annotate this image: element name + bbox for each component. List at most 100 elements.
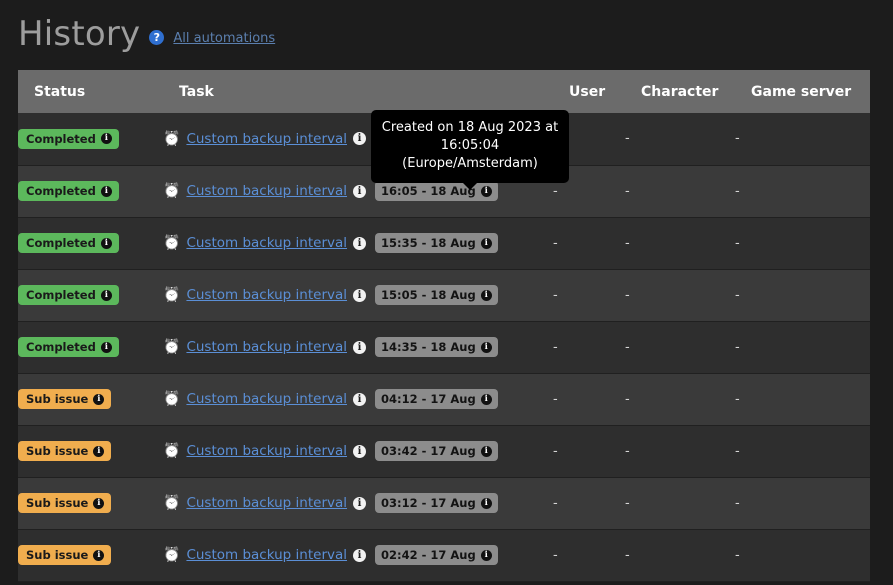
column-header-game-server[interactable]: Game server [735, 70, 870, 113]
table-row[interactable]: Completedi⏰Custom backup intervali15:05 … [18, 269, 870, 321]
task-link[interactable]: Custom backup interval [186, 235, 347, 251]
cell-status: Completedi [18, 269, 163, 321]
status-badge[interactable]: Completed i [18, 129, 119, 149]
info-icon[interactable]: i [101, 290, 112, 301]
time-info-icon[interactable]: i [481, 186, 492, 197]
info-icon[interactable]: i [101, 238, 112, 249]
help-icon[interactable]: ? [149, 30, 164, 45]
cell-status: Sub issue i [18, 529, 163, 581]
alarm-clock-icon: ⏰ [163, 236, 180, 250]
cell-character: - [625, 113, 735, 165]
time-badge-label: 03:12 - 17 Aug [381, 496, 476, 510]
alarm-clock-icon: ⏰ [163, 340, 180, 354]
time-badge[interactable]: 03:12 - 17 Aug i [375, 493, 498, 513]
time-info-icon[interactable]: i [481, 498, 492, 509]
column-header-character[interactable]: Character [625, 70, 735, 113]
task-info-icon[interactable]: i [353, 445, 366, 458]
status-badge[interactable]: Sub issue i [18, 545, 111, 565]
cell-character: - [625, 269, 735, 321]
task-link[interactable]: Custom backup interval [186, 183, 347, 199]
task-info-icon[interactable]: i [353, 393, 366, 406]
status-badge-label: Sub issue [26, 496, 88, 510]
status-badge[interactable]: Sub issue i [18, 441, 111, 461]
column-header-status[interactable]: Status [18, 70, 163, 113]
task-info-icon[interactable]: i [353, 341, 366, 354]
time-badge-label: 15:05 - 18 Aug [381, 288, 476, 302]
table-row[interactable]: Sub issuei⏰Custom backup intervali03:12 … [18, 477, 870, 529]
cell-user: - [553, 373, 625, 425]
created-on-tooltip: Created on 18 Aug 2023 at 16:05:04 (Euro… [371, 110, 569, 183]
cell-game-server: - [735, 113, 870, 165]
column-header-task[interactable]: Task [163, 70, 553, 113]
time-badge[interactable]: 15:05 - 18 Aug i [375, 285, 498, 305]
cell-status: Completedi [18, 217, 163, 269]
task-link[interactable]: Custom backup interval [186, 391, 347, 407]
column-header-user[interactable]: User [553, 70, 625, 113]
time-info-icon[interactable]: i [481, 238, 492, 249]
time-info-icon[interactable]: i [481, 342, 492, 353]
task-link[interactable]: Custom backup interval [186, 495, 347, 511]
time-badge[interactable]: 16:05 - 18 Augi [375, 181, 498, 201]
info-icon[interactable]: i [101, 342, 112, 353]
status-badge-label: Sub issue [26, 548, 88, 562]
alarm-clock-icon: ⏰ [163, 184, 180, 198]
cell-task: ⏰Custom backup intervali04:12 - 17 Augi [163, 373, 553, 425]
status-badge-label: Completed [26, 184, 96, 198]
table-row[interactable]: Sub issuei⏰Custom backup intervali04:12 … [18, 373, 870, 425]
info-icon[interactable]: i [93, 446, 104, 457]
time-badge[interactable]: 15:35 - 18 Aug i [375, 233, 498, 253]
status-badge[interactable]: Completedi [18, 233, 119, 253]
all-automations-link[interactable]: All automations [173, 31, 275, 46]
info-icon[interactable]: i [93, 498, 104, 509]
cell-character: - [625, 165, 735, 217]
table-row[interactable]: Sub issuei⏰Custom backup intervali03:42 … [18, 425, 870, 477]
cell-task: ⏰ Custom backup interval i 15:35 - 18 Aug i [163, 217, 553, 269]
time-badge[interactable]: 03:42 - 17 Augi [375, 441, 498, 461]
status-badge-label: Completed [26, 132, 96, 146]
cell-character: - [625, 425, 735, 477]
table-row[interactable]: Completedi⏰Custom backup intervali15:35 … [18, 217, 870, 269]
alarm-clock-icon: ⏰ [163, 288, 180, 302]
time-badge[interactable]: 14:35 - 18 Augi [375, 337, 498, 357]
time-badge-label: 15:35 - 18 Aug [381, 236, 476, 250]
info-icon[interactable]: i [93, 394, 104, 405]
status-badge[interactable]: Completed i [18, 181, 119, 201]
task-link[interactable]: Custom backup interval [186, 287, 347, 303]
cell-user: - [553, 321, 625, 373]
cell-status: Sub issue i [18, 477, 163, 529]
status-badge[interactable]: Sub issue i [18, 493, 111, 513]
cell-character: - [625, 217, 735, 269]
task-info-icon[interactable]: i [353, 549, 366, 562]
status-badge[interactable]: Completedi [18, 337, 119, 357]
status-badge[interactable]: Completedi [18, 285, 119, 305]
task-info-icon[interactable]: i [353, 497, 366, 510]
status-badge[interactable]: Sub issuei [18, 389, 111, 409]
alarm-clock-icon: ⏰ [163, 392, 180, 406]
task-link[interactable]: Custom backup interval [186, 443, 347, 459]
cell-user: - [553, 477, 625, 529]
info-icon[interactable]: i [101, 133, 112, 144]
table-row[interactable]: Completedi⏰Custom backup intervali14:35 … [18, 321, 870, 373]
cell-game-server: - [735, 425, 870, 477]
time-info-icon[interactable]: i [481, 550, 492, 561]
time-badge[interactable]: 02:42 - 17 Augi [375, 545, 498, 565]
time-info-icon[interactable]: i [481, 290, 492, 301]
cell-task: ⏰Custom backup intervali03:12 - 17 Augi [163, 477, 553, 529]
task-link[interactable]: Custom backup interval [186, 131, 347, 147]
info-icon[interactable]: i [93, 550, 104, 561]
task-link[interactable]: Custom backup interval [186, 547, 347, 563]
task-link[interactable]: Custom backup interval [186, 339, 347, 355]
cell-status: Sub issue i [18, 425, 163, 477]
task-info-icon[interactable]: i [353, 185, 366, 198]
task-info-icon[interactable]: i [353, 237, 366, 250]
task-info-icon[interactable]: i [353, 289, 366, 302]
task-info-icon[interactable]: i [353, 132, 366, 145]
status-badge-label: Sub issue [26, 444, 88, 458]
time-badge[interactable]: 04:12 - 17 Augi [375, 389, 498, 409]
info-icon[interactable]: i [101, 186, 112, 197]
table-row[interactable]: Sub issuei⏰Custom backup intervali02:42 … [18, 529, 870, 581]
time-info-icon[interactable]: i [481, 394, 492, 405]
time-info-icon[interactable]: i [481, 446, 492, 457]
cell-character: - [625, 321, 735, 373]
tooltip-line-2: 16:05:04 [381, 137, 559, 155]
